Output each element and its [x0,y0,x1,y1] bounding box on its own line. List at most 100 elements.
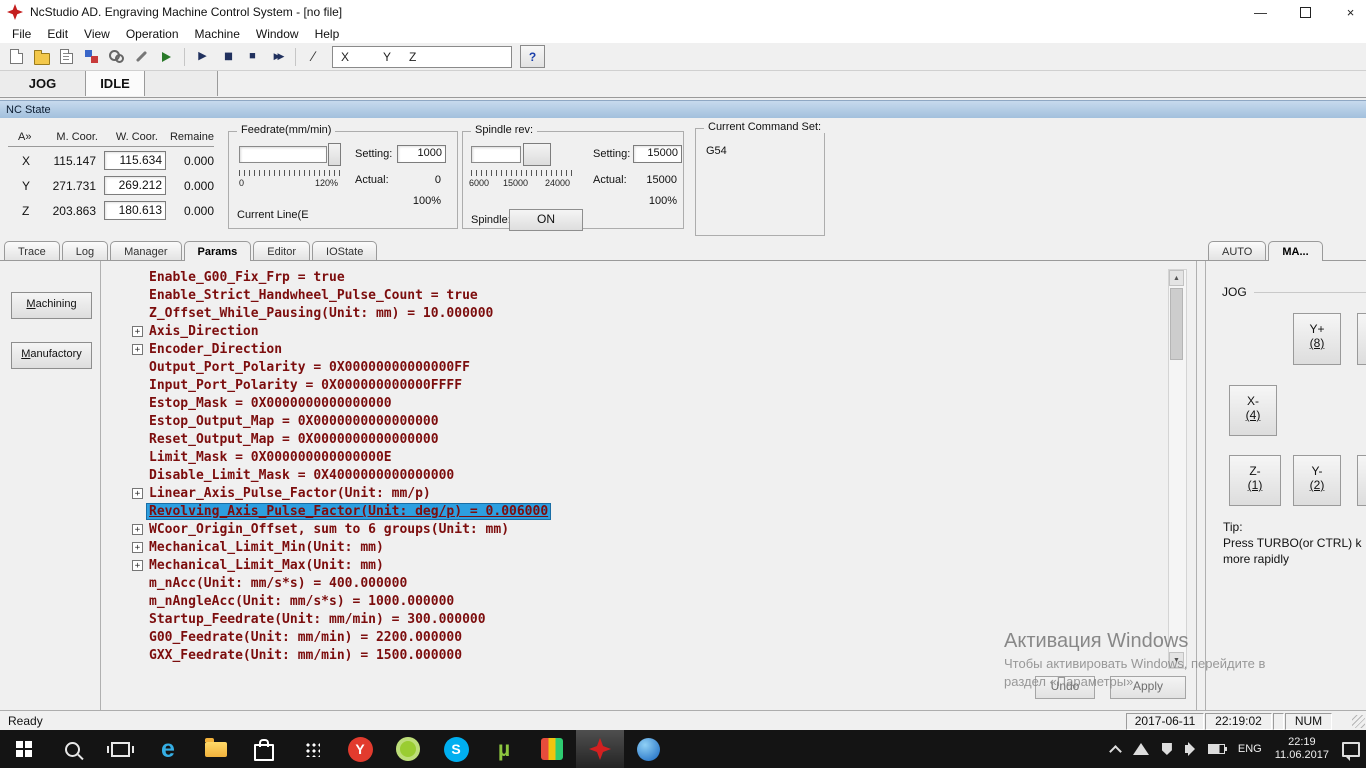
settings-button[interactable] [104,45,129,68]
spindle-setting-input[interactable]: 15000 [633,145,682,163]
open-file-button[interactable] [29,45,54,68]
jog-x-minus-button[interactable]: X- (4) [1229,385,1277,436]
transfer-button[interactable] [154,45,179,68]
tab-editor[interactable]: Editor [253,241,311,260]
work-coord-z[interactable]: 180.613 [104,201,166,220]
mode-tab-jog[interactable]: JOG [0,71,86,96]
minimize-button[interactable]: — [1238,0,1283,24]
spindle-on-button[interactable]: ON [509,209,583,231]
close-button[interactable]: × [1328,0,1366,24]
spindle-slider-track[interactable] [471,146,521,163]
stop-program-button[interactable]: ■ [240,45,265,68]
feedrate-setting-input[interactable]: 1000 [397,145,446,163]
jog-y-plus-button[interactable]: Y+ (8) [1293,313,1341,365]
battery-icon[interactable] [1207,744,1227,754]
tab-params[interactable]: Params [183,241,252,261]
state-tab-idle[interactable]: IDLE [86,71,145,96]
advance-program-button[interactable]: ▶▶ [265,45,290,68]
help-button[interactable]: ? [520,45,545,68]
maximize-button[interactable] [1283,0,1328,24]
machining-button[interactable]: Machining [11,292,92,319]
jog-z-minus-button[interactable]: Z- (1) [1229,455,1281,506]
param-row-selected[interactable]: Revolving_Axis_Pulse_Factor(Unit: deg/p)… [101,503,1161,521]
taskbar-ncstudio-active[interactable] [576,730,624,768]
expand-icon[interactable]: + [132,326,143,337]
work-coord-y[interactable]: 269.212 [104,176,166,195]
mode-tab-empty[interactable] [145,71,218,96]
expand-icon[interactable]: + [132,344,143,355]
apply-button[interactable]: Apply [1110,676,1186,699]
param-row[interactable]: m_nAcc(Unit: mm/s*s) = 400.000000 [101,575,1161,593]
tray-chevron-up-icon[interactable] [1109,744,1122,758]
undo-button[interactable]: Undo [1035,676,1095,699]
scroll-up-button[interactable]: ▲ [1169,270,1184,286]
tab-auto[interactable]: AUTO [1208,241,1267,260]
taskbar-apps-grid[interactable] [288,730,336,768]
work-coord-x[interactable]: 115.634 [104,151,166,170]
param-row[interactable]: G00_Feedrate(Unit: mm/min) = 2200.000000 [101,629,1161,647]
param-row[interactable]: + Mechanical_Limit_Min(Unit: mm) [101,539,1161,557]
param-row[interactable]: Output_Port_Polarity = 0X00000000000000F… [101,359,1161,377]
expand-icon[interactable]: + [132,560,143,571]
param-row[interactable]: Enable_Strict_Handwheel_Pulse_Count = tr… [101,287,1161,305]
speaker-icon[interactable] [1184,742,1195,756]
pause-program-button[interactable]: ▮▮ [215,45,240,68]
param-row[interactable]: Disable_Limit_Mask = 0X4000000000000000 [101,467,1161,485]
vertical-scrollbar[interactable]: ▲ ▼ [1168,269,1187,669]
tab-trace[interactable]: Trace [4,241,60,260]
param-row[interactable]: m_nAngleAcc(Unit: mm/s*s) = 1000.000000 [101,593,1161,611]
param-row[interactable]: Estop_Output_Map = 0X0000000000000000 [101,413,1161,431]
param-row[interactable]: GXX_Feedrate(Unit: mm/min) = 1500.000000 [101,647,1161,665]
taskbar-skype[interactable]: S [432,730,480,768]
jog-y-minus-button[interactable]: Y- (2) [1293,455,1341,506]
param-row[interactable]: + Linear_Axis_Pulse_Factor(Unit: mm/p) [101,485,1161,503]
action-center-icon[interactable] [1342,741,1360,761]
new-file-button[interactable] [4,45,29,68]
scroll-down-button[interactable]: ▼ [1169,652,1184,668]
param-row[interactable]: Startup_Feedrate(Unit: mm/min) = 300.000… [101,611,1161,629]
start-button[interactable] [0,730,48,768]
jog-button-partial[interactable] [1357,455,1366,506]
scrollbar-thumb[interactable] [1170,288,1183,360]
coordinate-display-field[interactable]: X Y Z [332,45,512,68]
expand-icon[interactable]: + [132,488,143,499]
handwheel-button[interactable]: ∕ [301,45,326,68]
param-row[interactable]: + Mechanical_Limit_Max(Unit: mm) [101,557,1161,575]
tab-manager[interactable]: Manager [110,241,182,260]
task-view-button[interactable] [96,730,144,768]
menu-help[interactable]: Help [307,26,348,42]
taskbar-clock[interactable]: 22:19 11.06.2017 [1275,736,1329,762]
menu-window[interactable]: Window [248,26,307,42]
expand-icon[interactable]: + [132,542,143,553]
jog-button-partial[interactable] [1357,313,1366,365]
tab-ma[interactable]: MA... [1268,241,1323,261]
menu-machine[interactable]: Machine [187,26,248,42]
taskbar-search-button[interactable] [48,730,96,768]
param-row[interactable]: Input_Port_Polarity = 0X000000000000FFFF [101,377,1161,395]
taskbar-edge[interactable]: e [144,730,192,768]
view-panels-button[interactable] [79,45,104,68]
param-row[interactable]: Reset_Output_Map = 0X0000000000000000 [101,431,1161,449]
resize-grip[interactable] [1352,715,1365,728]
menu-file[interactable]: File [4,26,39,42]
language-indicator[interactable]: ENG [1238,743,1262,755]
feedrate-slider-track[interactable] [239,146,327,163]
taskbar-utorrent[interactable]: µ [480,730,528,768]
feedrate-slider-thumb[interactable] [328,143,341,166]
param-row[interactable]: Z_Offset_While_Pausing(Unit: mm) = 10.00… [101,305,1161,323]
menu-operation[interactable]: Operation [118,26,187,42]
tools-button[interactable] [129,45,154,68]
shield-icon[interactable] [1161,743,1172,755]
menu-view[interactable]: View [76,26,118,42]
tab-log[interactable]: Log [61,241,109,260]
param-row[interactable]: Limit_Mask = 0X000000000000000E [101,449,1161,467]
taskbar-globe-app[interactable] [624,730,672,768]
param-row[interactable]: + WCoor_Origin_Offset, sum to 6 groups(Un… [101,521,1161,539]
param-row[interactable]: Enable_G00_Fix_Frp = true [101,269,1161,287]
manufactory-button[interactable]: Manufactory [11,342,92,369]
param-row[interactable]: + Encoder_Direction [101,341,1161,359]
edit-file-button[interactable] [54,45,79,68]
start-program-button[interactable]: ▶ [190,45,215,68]
expand-icon[interactable]: + [132,524,143,535]
wifi-icon[interactable] [1132,743,1149,755]
